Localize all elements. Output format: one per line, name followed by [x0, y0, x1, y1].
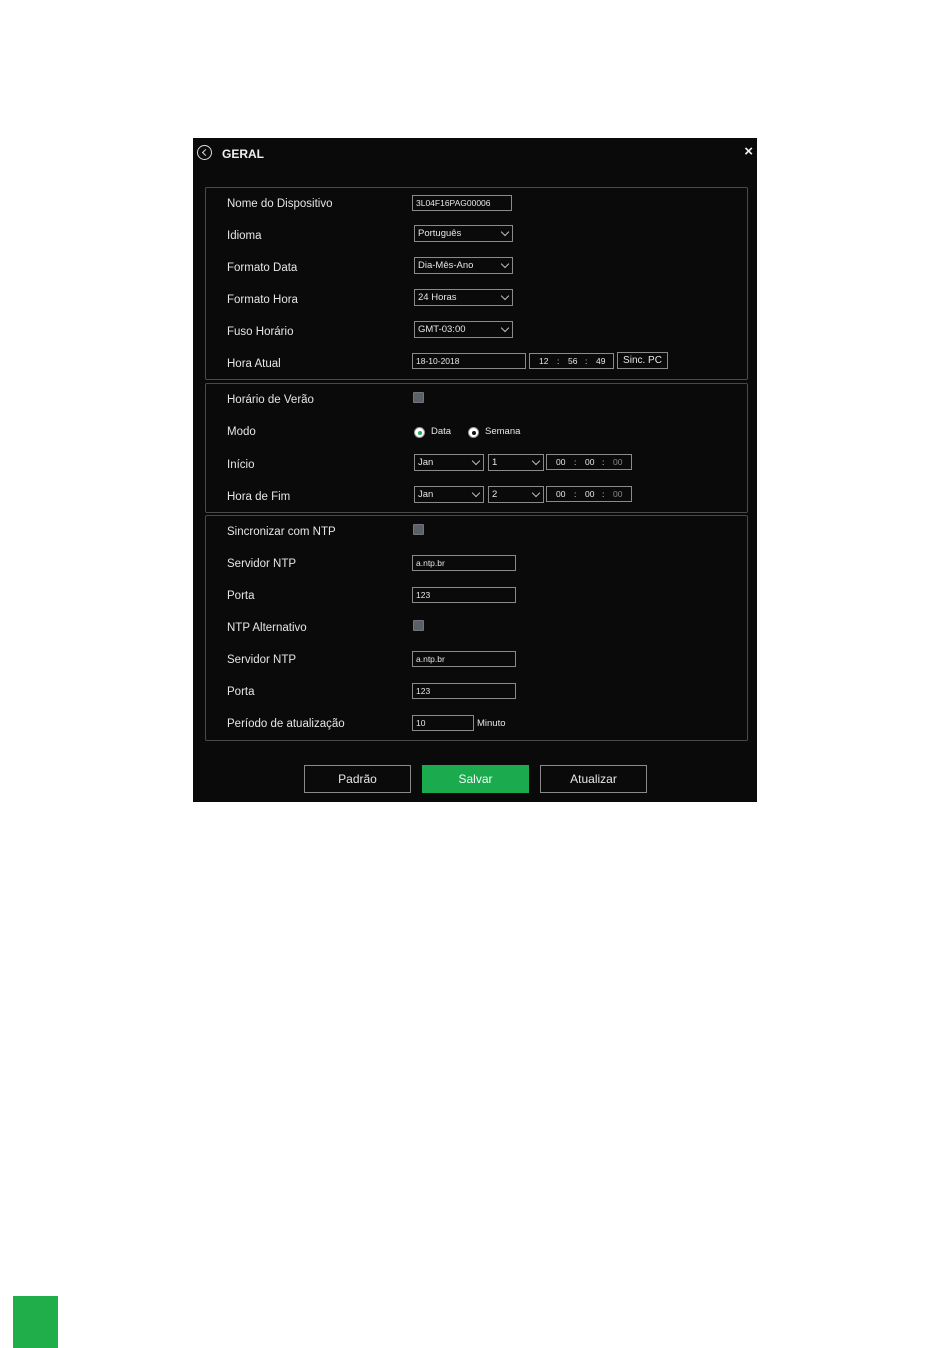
start-day-value: 1: [492, 457, 498, 468]
chevron-down-icon: [531, 456, 541, 466]
update-period-field[interactable]: 10: [412, 715, 474, 731]
chevron-down-icon: [471, 456, 481, 466]
update-period-label: Período de atualização: [227, 718, 345, 730]
timezone-select[interactable]: GMT-03:00: [414, 321, 513, 338]
start-month-select[interactable]: Jan: [414, 454, 484, 471]
ntp-sync-label: Sincronizar com NTP: [227, 526, 336, 538]
update-period-unit: Minuto: [477, 718, 506, 729]
chevron-down-icon: [471, 488, 481, 498]
time-format-label: Formato Hora: [227, 294, 298, 306]
hour-value: 12: [539, 356, 549, 366]
ntp-port-field[interactable]: 123: [412, 587, 516, 603]
start-hour: 00: [556, 457, 566, 467]
update-button[interactable]: Atualizar: [540, 765, 647, 793]
alt-port-field[interactable]: 123: [412, 683, 516, 699]
default-button[interactable]: Padrão: [304, 765, 411, 793]
second-value: 49: [596, 356, 606, 366]
end-minute: 00: [585, 489, 595, 499]
start-day-select[interactable]: 1: [488, 454, 544, 471]
end-time-field[interactable]: 00 : 00 : 00: [546, 486, 632, 502]
ntp-alt-checkbox[interactable]: [413, 620, 424, 631]
minute-value: 56: [568, 356, 578, 366]
dst-checkbox[interactable]: [413, 392, 424, 403]
end-hour: 00: [556, 489, 566, 499]
chevron-down-icon: [500, 291, 510, 301]
chevron-down-icon: [500, 227, 510, 237]
ntp-section: Sincronizar com NTP Servidor NTP a.ntp.b…: [205, 515, 748, 741]
ntp-server-field[interactable]: a.ntp.br: [412, 555, 516, 571]
language-label: Idioma: [227, 230, 262, 242]
device-name-label: Nome do Dispositivo: [227, 198, 333, 210]
start-second: 00: [613, 457, 623, 467]
end-month-select[interactable]: Jan: [414, 486, 484, 503]
ntp-alt-label: NTP Alternativo: [227, 622, 307, 634]
timezone-value: GMT-03:00: [418, 324, 466, 335]
current-time-field[interactable]: 12 : 56 : 49: [529, 353, 614, 369]
current-date-field[interactable]: 18-10-2018: [412, 353, 526, 369]
alt-server-label: Servidor NTP: [227, 654, 297, 666]
time-format-select[interactable]: 24 Horas: [414, 289, 513, 306]
general-section: Nome do Dispositivo 3L04F16PAG00006 Idio…: [205, 187, 748, 380]
current-time-label: Hora Atual: [227, 358, 281, 370]
dst-label: Horário de Verão: [227, 394, 314, 406]
time-sep: :: [574, 489, 577, 499]
mode-date-radio[interactable]: [414, 427, 425, 438]
alt-port-label: Porta: [227, 686, 255, 698]
start-time-field[interactable]: 00 : 00 : 00: [546, 454, 632, 470]
ntp-sync-checkbox[interactable]: [413, 524, 424, 535]
mode-label: Modo: [227, 426, 256, 438]
timezone-label: Fuso Horário: [227, 326, 294, 338]
language-select[interactable]: Português: [414, 225, 513, 242]
time-sep: :: [557, 356, 560, 366]
alt-server-field[interactable]: a.ntp.br: [412, 651, 516, 667]
mode-week-label: Semana: [485, 426, 521, 437]
start-minute: 00: [585, 457, 595, 467]
dst-section: Horário de Verão Modo Data Semana Início…: [205, 383, 748, 513]
time-format-value: 24 Horas: [418, 292, 457, 303]
mode-date-label: Data: [431, 426, 452, 437]
settings-window: GERAL × Nome do Dispositivo 3L04F16PAG00…: [193, 138, 757, 802]
end-label: Hora de Fim: [227, 491, 291, 503]
start-month-value: Jan: [418, 457, 434, 468]
title-bar: GERAL ×: [193, 138, 757, 170]
page-corner-tab: [13, 1296, 58, 1348]
date-format-select[interactable]: Dia-Mês-Ano: [414, 257, 513, 274]
back-icon[interactable]: [197, 145, 212, 160]
end-month-value: Jan: [418, 489, 434, 500]
chevron-down-icon: [500, 259, 510, 269]
language-value: Português: [418, 228, 462, 239]
close-icon[interactable]: ×: [744, 144, 753, 160]
time-sep: :: [585, 356, 588, 366]
time-sep: :: [602, 457, 605, 467]
start-label: Início: [227, 459, 255, 471]
date-format-value: Dia-Mês-Ano: [418, 260, 474, 271]
mode-week-radio[interactable]: [468, 427, 479, 438]
end-day-value: 2: [492, 489, 498, 500]
ntp-port-label: Porta: [227, 590, 255, 602]
device-name-field[interactable]: 3L04F16PAG00006: [412, 195, 512, 211]
time-sep: :: [602, 489, 605, 499]
time-sep: :: [574, 457, 577, 467]
date-format-label: Formato Data: [227, 262, 298, 274]
sync-pc-button[interactable]: Sinc. PC: [617, 352, 668, 369]
save-button[interactable]: Salvar: [422, 765, 529, 793]
chevron-down-icon: [531, 488, 541, 498]
window-title: GERAL: [222, 147, 264, 161]
end-day-select[interactable]: 2: [488, 486, 544, 503]
ntp-server-label: Servidor NTP: [227, 558, 297, 570]
end-second: 00: [613, 489, 623, 499]
chevron-down-icon: [500, 323, 510, 333]
